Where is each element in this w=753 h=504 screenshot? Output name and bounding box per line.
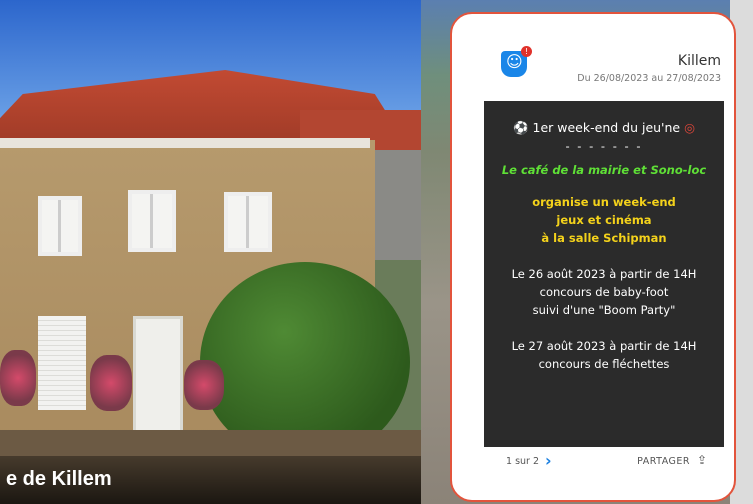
share-button[interactable]: PARTAGER bbox=[637, 456, 690, 467]
shutter bbox=[38, 316, 86, 410]
flower-pot bbox=[0, 350, 36, 406]
globe-icon: ⚽ bbox=[512, 120, 529, 135]
door bbox=[133, 316, 183, 440]
notification-panel: ! Killem Du 26/08/2023 au 27/08/2023 ⚽ 1… bbox=[450, 12, 736, 502]
event-line: concours de baby-foot bbox=[539, 285, 669, 299]
next-chevron-icon[interactable]: › bbox=[545, 451, 552, 470]
event-summary: organise un week-end jeux et cinéma à la… bbox=[484, 193, 724, 247]
summary-line: jeux et cinéma bbox=[556, 213, 652, 227]
pager-text: 1 sur 2 bbox=[506, 456, 540, 467]
post-content: ⚽ 1er week-end du jeu'ne ◎ - - - - - - -… bbox=[484, 101, 724, 447]
window bbox=[224, 192, 272, 252]
window bbox=[38, 196, 82, 256]
notification-card[interactable]: ! Killem Du 26/08/2023 au 27/08/2023 ⚽ 1… bbox=[484, 36, 724, 470]
town-name: Killem bbox=[677, 53, 721, 69]
summary-line: à la salle Schipman bbox=[541, 231, 667, 245]
event-day-1: Le 26 août 2023 à partir de 14H concours… bbox=[484, 265, 724, 319]
cornice bbox=[0, 138, 370, 148]
date-range: Du 26/08/2023 au 27/08/2023 bbox=[577, 73, 721, 84]
separator: - - - - - - - bbox=[565, 139, 643, 153]
target-icon: ◎ bbox=[684, 120, 696, 135]
event-line: Le 26 août 2023 à partir de 14H bbox=[511, 267, 697, 281]
photo-caption: e de Killem bbox=[6, 468, 112, 490]
background-photo: e de Killem bbox=[0, 0, 421, 504]
alert-badge: ! bbox=[521, 46, 532, 57]
flower-pot bbox=[90, 355, 132, 411]
card-header: ! Killem Du 26/08/2023 au 27/08/2023 bbox=[484, 36, 724, 101]
card-footer: 1 sur 2 › PARTAGER ⇪ bbox=[484, 449, 724, 477]
share-icon[interactable]: ⇪ bbox=[697, 453, 707, 467]
event-line: concours de fléchettes bbox=[538, 357, 670, 371]
window bbox=[128, 190, 176, 252]
event-day-2: Le 27 août 2023 à partir de 14H concours… bbox=[484, 337, 724, 373]
flower-pot bbox=[184, 360, 224, 410]
event-line: Le 27 août 2023 à partir de 14H bbox=[511, 339, 697, 353]
summary-line: organise un week-end bbox=[532, 195, 676, 209]
organizer-text: Le café de la mairie et Sono-loc bbox=[501, 163, 707, 177]
post-title-text: 1er week-end du jeu'ne bbox=[532, 120, 681, 135]
event-line: suivi d'une "Boom Party" bbox=[532, 303, 676, 317]
post-title: ⚽ 1er week-end du jeu'ne ◎ bbox=[484, 119, 724, 137]
